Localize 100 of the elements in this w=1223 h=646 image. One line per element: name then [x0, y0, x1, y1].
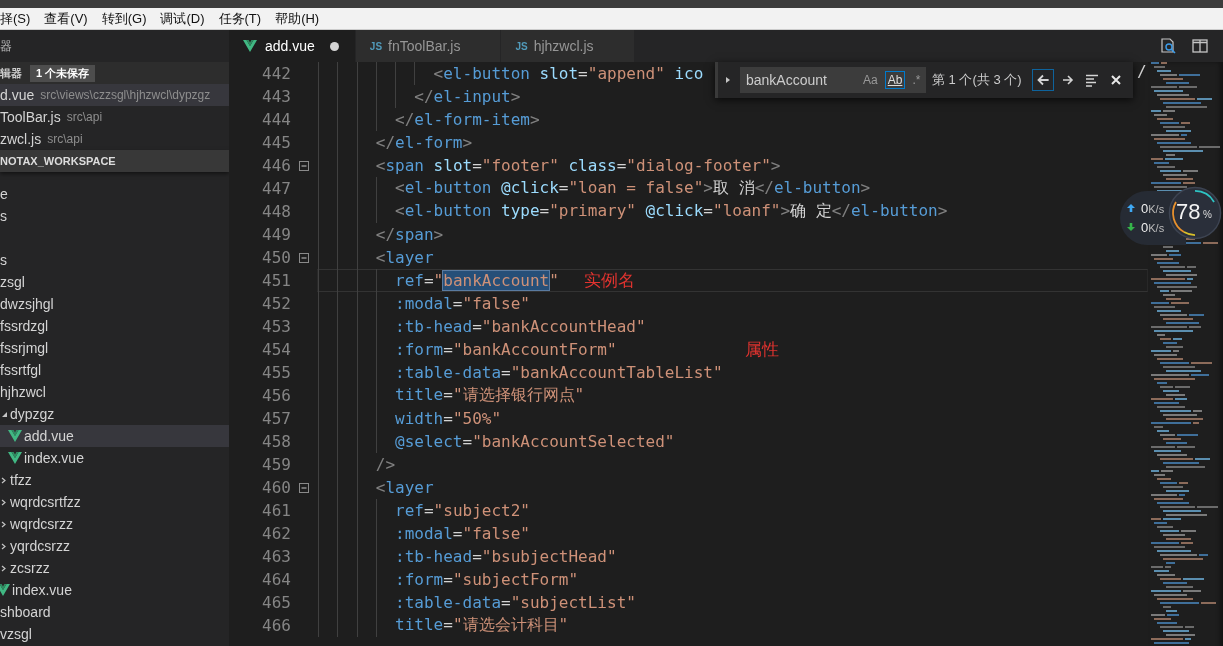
line-number: 461 — [261, 501, 291, 520]
editor-tab[interactable]: JS fnToolBar.js — [355, 30, 502, 62]
download-arrow-icon — [1126, 222, 1136, 232]
line-number: 466 — [261, 616, 291, 635]
tree-item[interactable]: wqrdcsrzz — [0, 513, 229, 535]
tree-item[interactable]: hjhzwcl — [0, 381, 229, 403]
fold-icon[interactable] — [299, 482, 309, 493]
line-number: 442 — [261, 64, 291, 83]
arrow-left-icon[interactable] — [1033, 70, 1053, 90]
tree-item[interactable]: dypzgz — [0, 403, 229, 425]
file-path: src\views\czzsgl\hjhzwcl\dypzgz — [40, 88, 211, 102]
tree-item[interactable]: dwzsjhgl — [0, 293, 229, 315]
code-text: width="50%" — [395, 409, 502, 428]
tree-item[interactable]: e — [0, 183, 229, 205]
code-text: <el-button slot="append" ico — [433, 64, 704, 83]
code-text: :tb-head="bankAccountHead" — [395, 317, 646, 336]
menu-item[interactable]: 帮助(H) — [268, 9, 327, 28]
editor-tab[interactable]: add.vue — [229, 30, 356, 62]
fold-icon[interactable] — [299, 252, 309, 263]
tree-item[interactable]: shboard — [0, 601, 229, 623]
unsaved-badge: 1 个未保存 — [30, 64, 96, 82]
code-text: title="请选择银行网点" — [395, 385, 585, 406]
find-option-toggle[interactable]: Ab — [884, 71, 906, 89]
tree-item[interactable]: fssrtfgl — [0, 359, 229, 381]
tree-item[interactable]: fssrdzgl — [0, 315, 229, 337]
code-text: :tb-head="bsubjectHead" — [395, 547, 617, 566]
js-file-icon: JS — [369, 40, 383, 52]
fold-icon[interactable] — [299, 160, 309, 171]
open-preview-icon[interactable] — [1159, 37, 1177, 55]
line-number: 453 — [261, 317, 291, 336]
tree-item[interactable]: wqrdcsrtfzz — [0, 491, 229, 513]
code-text: /> — [375, 455, 396, 474]
menu-item[interactable]: 择(S) — [0, 9, 38, 28]
code-text: ref="subject2" — [395, 501, 530, 520]
line-number: 446 — [261, 156, 291, 175]
annotation-note: 实例名 — [584, 269, 635, 292]
tree-item[interactable]: tfzz — [0, 469, 229, 491]
line-number: 463 — [261, 547, 291, 566]
sidebar-title: 器 — [0, 37, 12, 55]
line-number: 455 — [261, 363, 291, 382]
line-number: 448 — [261, 202, 291, 221]
editor-tab[interactable]: JS hjhzwcl.js — [501, 30, 635, 62]
upload-arrow-icon — [1126, 203, 1136, 213]
open-editor-item[interactable]: ToolBar.js src\api — [0, 106, 229, 128]
file-path: src\api — [47, 132, 83, 146]
download-speed: 0 — [1141, 220, 1149, 235]
code-text: </el-form> — [375, 133, 473, 152]
tree-item[interactable]: add.vue — [0, 425, 229, 447]
code-text: :form="bankAccountForm" — [395, 340, 617, 359]
line-number: 457 — [261, 409, 291, 428]
split-editor-icon[interactable] — [1191, 37, 1209, 55]
tree-item[interactable]: zsgl — [0, 271, 229, 293]
code-text: <span slot="footer" class="dialog-footer"> — [375, 156, 781, 175]
tree-item[interactable]: index.vue — [0, 579, 229, 601]
tree-item[interactable]: s — [0, 249, 229, 271]
open-editor-item[interactable]: d.vue src\views\czzsgl\hjhzwcl\dypzgz — [0, 84, 229, 106]
speed-unit: K/s — [1148, 222, 1165, 234]
line-number: 465 — [261, 593, 291, 612]
upload-speed: 0 — [1141, 201, 1149, 216]
vue-file-icon — [0, 584, 10, 596]
menu-item[interactable]: 任务(T) — [211, 9, 269, 28]
open-editor-item[interactable]: zwcl.js src\api — [0, 128, 229, 150]
code-text: :form="subjectForm" — [395, 570, 579, 589]
line-number: 450 — [261, 248, 291, 267]
file-path: src\api — [66, 110, 103, 124]
menu-item[interactable]: 转到(G) — [94, 9, 154, 28]
find-option-toggle[interactable]: .* — [909, 71, 924, 89]
find-option-toggle[interactable]: Aa — [860, 71, 881, 89]
gauge-ring-drawing — [1172, 190, 1215, 236]
search-match: bankAccount — [443, 271, 550, 290]
tree-item[interactable]: index.vue — [0, 447, 229, 469]
percent-sign: % — [1203, 209, 1212, 220]
annotation-note: 属性 — [745, 338, 779, 361]
code-text: ref=" — [395, 271, 444, 290]
code-text: " — [549, 271, 559, 290]
tree-item[interactable]: zcsrzz — [0, 557, 229, 579]
code-text: :table-data="subjectList" — [395, 593, 636, 612]
menu-item[interactable]: 调试(D) — [153, 9, 212, 28]
section-header[interactable]: 辑器 1 个未保存 — [0, 62, 229, 84]
tree-item[interactable]: vzsgl — [0, 623, 229, 645]
code-text: title="请选会计科目" — [395, 615, 569, 636]
code-text: / — [1137, 62, 1147, 81]
section-title: 辑器 — [0, 65, 22, 81]
match-count: 第 1 个(共 3 个) — [932, 71, 1022, 89]
code-text: <layer — [375, 478, 434, 497]
code-text: </el-input> — [414, 87, 521, 106]
code-text: <el-button type="primary" @click="loanf">确 定</el-button> — [395, 201, 948, 222]
code-text: </el-form-item> — [395, 110, 540, 129]
workspace-header[interactable]: NOTAX_WORKSPACE — [0, 150, 229, 172]
vue-file-icon — [8, 430, 22, 442]
tree-item[interactable]: yqrdcsrzz — [0, 535, 229, 557]
line-number: 454 — [261, 340, 291, 359]
menu-item[interactable]: 查看(V) — [37, 9, 95, 28]
line-number: 447 — [261, 179, 291, 198]
line-number: 445 — [261, 133, 291, 152]
line-number: 449 — [261, 225, 291, 244]
tree-item[interactable]: s — [0, 205, 229, 227]
line-number: 444 — [261, 110, 291, 129]
find-input[interactable]: bankAccount Aa Ab .* — [740, 67, 926, 93]
tree-item[interactable]: fssrjmgl — [0, 337, 229, 359]
